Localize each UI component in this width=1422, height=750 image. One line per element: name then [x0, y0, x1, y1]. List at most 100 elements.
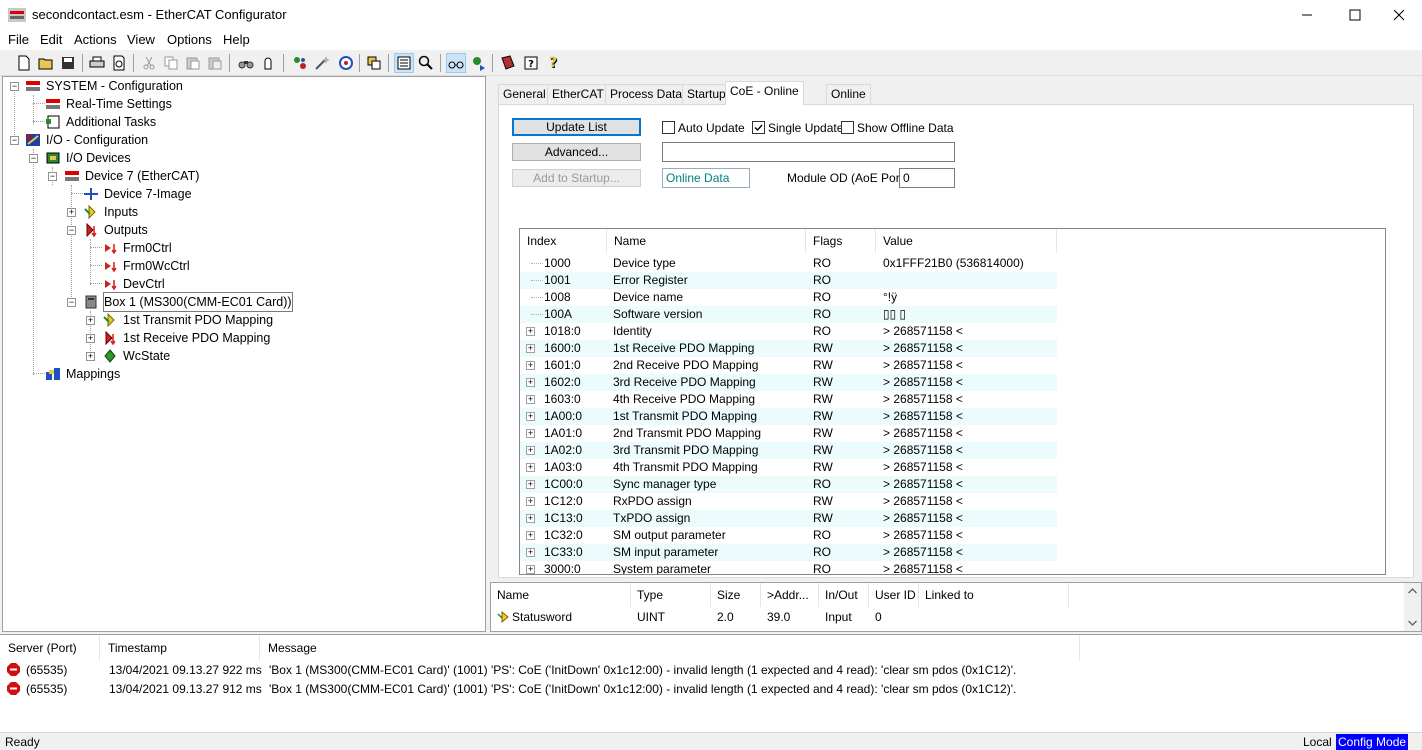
- tab-coe-online[interactable]: CoE - Online: [725, 81, 804, 105]
- table-row[interactable]: +1A00:0 1st Transmit PDO Mapping RW > 26857…: [520, 408, 1057, 425]
- expand-icon[interactable]: +: [86, 316, 95, 325]
- tab-general[interactable]: General: [498, 84, 551, 104]
- column-var-linked[interactable]: Linked to: [919, 583, 1069, 607]
- column-flags[interactable]: Flags: [806, 229, 876, 253]
- maximize-button[interactable]: [1332, 0, 1378, 30]
- variables-list[interactable]: Name Type Size >Addr... In/Out User ID L…: [490, 582, 1422, 632]
- object-dictionary-table[interactable]: Index Name Flags Value 1000 Device type RO…: [519, 228, 1386, 575]
- expand-icon[interactable]: +: [526, 531, 535, 540]
- table-row[interactable]: +3000:0 System parameter RO > 268571158 <: [520, 561, 1057, 574]
- paste-with-links-button[interactable]: [205, 53, 225, 73]
- table-row[interactable]: +1C32:0 SM output parameter RO > 268571158 …: [520, 527, 1057, 544]
- tab-process-data[interactable]: Process Data: [605, 84, 688, 104]
- tree-node-wcstate[interactable]: + WcState: [3, 347, 483, 365]
- new-button[interactable]: [14, 53, 34, 73]
- column-value[interactable]: Value: [876, 229, 1057, 253]
- column-var-name[interactable]: Name: [491, 583, 631, 607]
- tree-node-devctrl[interactable]: DevCtrl: [3, 275, 483, 293]
- expand-icon[interactable]: +: [526, 497, 535, 506]
- freerun-button[interactable]: [469, 53, 489, 73]
- menu-view[interactable]: View: [127, 32, 155, 47]
- find-button[interactable]: [236, 53, 256, 73]
- help-button[interactable]: ??: [544, 53, 564, 73]
- expand-icon[interactable]: +: [526, 548, 535, 557]
- find-next-button[interactable]: [258, 53, 278, 73]
- collapse-icon[interactable]: −: [29, 154, 38, 163]
- generate-mappings-button[interactable]: [364, 53, 384, 73]
- tree-view-button[interactable]: [394, 53, 414, 73]
- expand-icon[interactable]: +: [526, 480, 535, 489]
- column-var-userid[interactable]: User ID: [869, 583, 919, 607]
- expand-icon[interactable]: +: [67, 208, 76, 217]
- expand-icon[interactable]: +: [526, 429, 535, 438]
- table-row[interactable]: +1018:0 Identity RO > 268571158 <: [520, 323, 1057, 340]
- expand-icon[interactable]: +: [526, 361, 535, 370]
- single-update-checkbox[interactable]: [752, 121, 765, 134]
- column-var-type[interactable]: Type: [631, 583, 711, 607]
- table-row[interactable]: +1603:0 4th Receive PDO Mapping RW > 268571…: [520, 391, 1057, 408]
- tree-node-device7-image[interactable]: Device 7-Image: [3, 185, 483, 203]
- zoom-button[interactable]: [416, 53, 436, 73]
- expand-icon[interactable]: +: [526, 565, 535, 574]
- expand-icon[interactable]: +: [526, 344, 535, 353]
- collapse-icon[interactable]: −: [48, 172, 57, 181]
- table-row[interactable]: 100A Software version RO ▯▯ ▯: [520, 306, 1057, 323]
- tree-node-device7[interactable]: − Device 7 (EtherCAT): [3, 167, 483, 185]
- tree-node-box1[interactable]: − Box 1 (MS300(CMM-EC01 Card)): [3, 292, 483, 312]
- tab-ethercat[interactable]: EtherCAT: [547, 84, 609, 104]
- advanced-button[interactable]: Advanced...: [512, 143, 641, 161]
- table-row[interactable]: +1C12:0 RxPDO assign RW > 268571158 <: [520, 493, 1057, 510]
- tree-node-additional-tasks[interactable]: Additional Tasks: [3, 113, 483, 131]
- copy-button[interactable]: [161, 53, 181, 73]
- show-messages-button[interactable]: [498, 53, 518, 73]
- collapse-icon[interactable]: −: [67, 298, 76, 307]
- tree-node-io-configuration[interactable]: − I/O - Configuration: [3, 131, 483, 149]
- minimize-button[interactable]: [1284, 0, 1330, 30]
- about-button[interactable]: ?: [521, 53, 541, 73]
- table-row[interactable]: +1A02:0 3rd Transmit PDO Mapping RW > 26857…: [520, 442, 1057, 459]
- tree-node-inputs[interactable]: + Inputs: [3, 203, 483, 221]
- table-row[interactable]: +1C13:0 TxPDO assign RW > 268571158 <: [520, 510, 1057, 527]
- tree-node-io-devices[interactable]: − I/O Devices: [3, 149, 483, 167]
- table-row[interactable]: +1602:0 3rd Receive PDO Mapping RW > 268571…: [520, 374, 1057, 391]
- expand-icon[interactable]: +: [86, 334, 95, 343]
- expand-icon[interactable]: +: [526, 514, 535, 523]
- table-row[interactable]: +1601:0 2nd Receive PDO Mapping RW > 268571…: [520, 357, 1057, 374]
- open-button[interactable]: [36, 53, 56, 73]
- paste-button[interactable]: [183, 53, 203, 73]
- auto-update-checkbox[interactable]: [662, 121, 675, 134]
- tree-node-outputs[interactable]: − Outputs: [3, 221, 483, 239]
- tree-node-frm0ctrl[interactable]: Frm0Ctrl: [3, 239, 483, 257]
- menu-options[interactable]: Options: [167, 32, 212, 47]
- table-row[interactable]: +1600:0 1st Receive PDO Mapping RW > 268571…: [520, 340, 1057, 357]
- update-list-button[interactable]: Update List: [512, 118, 641, 136]
- menu-edit[interactable]: Edit: [40, 32, 62, 47]
- column-message[interactable]: Message: [260, 635, 1080, 661]
- tree-node-frm0wcctrl[interactable]: Frm0WcCtrl: [3, 257, 483, 275]
- collapse-icon[interactable]: −: [10, 136, 19, 145]
- column-timestamp[interactable]: Timestamp: [100, 635, 260, 661]
- expand-icon[interactable]: +: [526, 412, 535, 421]
- add-to-startup-button[interactable]: Add to Startup...: [512, 169, 641, 187]
- show-offline-data-checkbox[interactable]: [841, 121, 854, 134]
- expand-icon[interactable]: +: [526, 395, 535, 404]
- table-row[interactable]: +1C00:0 Sync manager type RO > 268571158 <: [520, 476, 1057, 493]
- save-button[interactable]: [58, 53, 78, 73]
- delete-device-button[interactable]: [312, 53, 332, 73]
- column-index[interactable]: Index: [520, 229, 607, 253]
- expand-icon[interactable]: +: [526, 327, 535, 336]
- tab-online[interactable]: Online: [826, 84, 871, 104]
- module-od-input[interactable]: 0: [899, 168, 955, 188]
- tab-startup[interactable]: Startup: [682, 84, 731, 104]
- online-button[interactable]: [446, 53, 466, 73]
- column-var-inout[interactable]: In/Out: [819, 583, 869, 607]
- menu-help[interactable]: Help: [223, 32, 250, 47]
- table-row[interactable]: 1000 Device type RO 0x1FFF21B0 (536814000): [520, 255, 1057, 272]
- tree-node-system[interactable]: − SYSTEM - Configuration: [3, 77, 483, 95]
- collapse-icon[interactable]: −: [67, 226, 76, 235]
- tree-node-mappings[interactable]: Mappings: [3, 365, 483, 383]
- column-server-port[interactable]: Server (Port): [0, 635, 100, 661]
- column-name[interactable]: Name: [607, 229, 806, 253]
- table-row[interactable]: +1A03:0 4th Transmit PDO Mapping RW > 26857…: [520, 459, 1057, 476]
- tree-node-realtime-settings[interactable]: Real-Time Settings: [3, 95, 483, 113]
